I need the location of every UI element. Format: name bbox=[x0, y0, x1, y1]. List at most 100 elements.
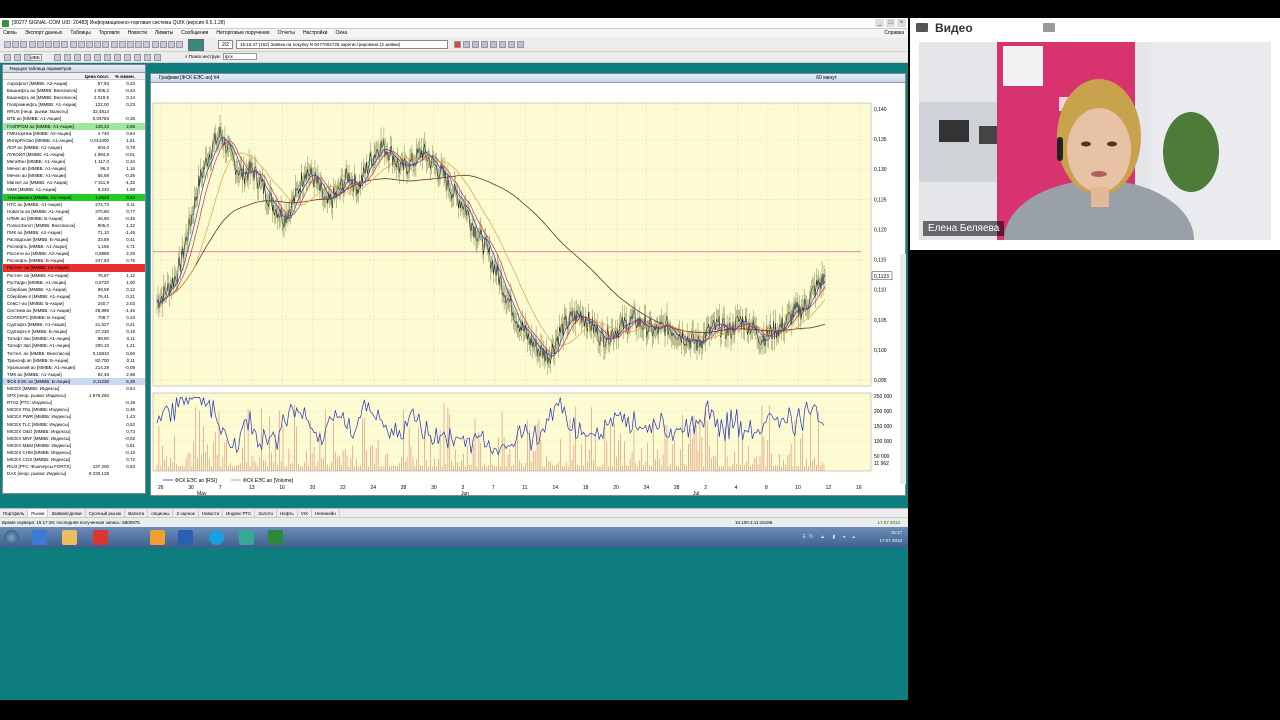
table-row[interactable]: Мечел ап [ММВБ: А1-Акции] 96,3 1,16 bbox=[3, 165, 145, 172]
table-row[interactable]: Башнефть ао [ММВБ: Внесписок] 1 005,2 -0,4… bbox=[3, 87, 145, 94]
toolbar-button-icon[interactable] bbox=[53, 41, 61, 48]
menu-item-1[interactable]: Экспорт данных bbox=[25, 29, 63, 38]
news-nav-icon[interactable] bbox=[481, 41, 488, 48]
table-row[interactable]: Татнфт 3ао [ММВБ: А1-Акции] 98,80 0,11 bbox=[3, 335, 145, 342]
toolbar-button-icon[interactable] bbox=[143, 41, 151, 48]
search-input[interactable]: фск bbox=[222, 53, 257, 61]
col-name-header[interactable] bbox=[3, 73, 77, 79]
tab-3[interactable]: Срочный рынок bbox=[86, 509, 126, 517]
menu-item-0[interactable]: Связь bbox=[3, 29, 17, 38]
table-row[interactable]: SPX [неор. рынки: Индексы] 1 676,260 bbox=[3, 392, 145, 399]
table-row[interactable]: Распадская [ММВБ: Б-Акции] 33,89 0,41 bbox=[3, 236, 145, 243]
news-nav-icon[interactable] bbox=[517, 41, 524, 48]
table-row[interactable]: RIU3 [РТС: Фьючерсы FORTS] 137 200 0,53 bbox=[3, 463, 145, 470]
table-row[interactable]: Таттел. ао [ММВБ: Внесписок] 0,15810 0,60 bbox=[3, 350, 145, 357]
drawing-tool-icon[interactable] bbox=[144, 54, 151, 61]
drawing-tool-icon[interactable] bbox=[74, 54, 81, 61]
drawing-tool-icon[interactable] bbox=[84, 54, 91, 61]
table-row[interactable]: Транснф ап [ММВБ: Б-Акции] 82,700 0,11 bbox=[3, 357, 145, 364]
skype-icon[interactable] bbox=[209, 530, 224, 545]
menu-item-3[interactable]: Торговля bbox=[99, 29, 120, 38]
table-row[interactable]: ЛУКОЙЛ [ММВБ: А1-Акции] 1 994,8 -0,01 bbox=[3, 151, 145, 158]
table-row[interactable]: MICEX MNF [ММВБ: Индексы] -0,02 bbox=[3, 435, 145, 442]
camera-icon[interactable] bbox=[1043, 23, 1055, 32]
news-nav-icon[interactable] bbox=[508, 41, 515, 48]
table-row[interactable]: Роснефть [ММВБ: Б-Акции] 247,83 0,75 bbox=[3, 257, 145, 264]
toolbar-button-icon[interactable] bbox=[36, 41, 44, 48]
chart-thumbnail-icon[interactable] bbox=[188, 39, 204, 51]
table-row[interactable]: Мечел ао [ММВБ: А1-Акции] 55,69 -0,36 bbox=[3, 172, 145, 179]
menu-help[interactable]: Справка bbox=[884, 29, 904, 38]
drawing-tool-icon[interactable] bbox=[104, 54, 111, 61]
table-row[interactable]: Роснефть [ММВБ: А1-Акции] 1,155 4,71 bbox=[3, 243, 145, 250]
table-row[interactable]: ММК [ММВБ: А1-Акции] 8,240 1,98 bbox=[3, 186, 145, 193]
table-row[interactable]: MICEX FNL [ММВБ: Индексы] 0,36 bbox=[3, 406, 145, 413]
toolbar-button-icon[interactable] bbox=[110, 41, 118, 48]
tab-11[interactable]: VIX bbox=[298, 509, 313, 517]
table-row[interactable]: Ростел- ао [ММВБ: А1-Акции] bbox=[3, 264, 145, 272]
table-row[interactable]: DAX [неор. рынки: Индексы] 8 220,129 bbox=[3, 470, 145, 477]
menu-item-10[interactable]: Окна bbox=[335, 29, 347, 38]
news-nav-icon[interactable] bbox=[454, 41, 461, 48]
menu-item-2[interactable]: Таблицы bbox=[70, 29, 90, 38]
table-row[interactable]: ПИК ао [ММВБ: А1-Акции] 71,10 -1,46 bbox=[3, 229, 145, 236]
table-row[interactable]: Ростел- ап [ММВБ: А1-Акции] 76,87 1,12 bbox=[3, 272, 145, 279]
table-row[interactable]: ЛСР ао [ММВБ: А1-Акции] 604,0 0,78 bbox=[3, 144, 145, 151]
tab-8[interactable]: Индекс РТС bbox=[223, 509, 256, 517]
tab-6[interactable]: 2 оценок bbox=[173, 509, 199, 517]
legend-entry[interactable]: ФСК ЕЭС ао [Volume] bbox=[243, 478, 294, 484]
toolbar-button-icon[interactable] bbox=[69, 41, 77, 48]
table-row[interactable]: Россети ао [ММВБ: А2-Акции] 0,8888 2,29 bbox=[3, 250, 145, 257]
table-row[interactable]: MICEX M&M [ММВБ: Индексы] 0,81 bbox=[3, 442, 145, 449]
excel-icon[interactable] bbox=[268, 530, 283, 545]
table-row[interactable]: НЛМК ао [ММВБ: Б-Акции] 46,60 -0,45 bbox=[3, 215, 145, 222]
ie-icon[interactable] bbox=[32, 530, 47, 545]
tab-5[interactable]: опционы bbox=[148, 509, 174, 517]
tab-9[interactable]: Золото bbox=[255, 509, 278, 517]
toolbar-button-icon[interactable] bbox=[118, 41, 126, 48]
table-row[interactable]: НТС ао [ММВБ: А1-Акции] 272,73 0,11 bbox=[3, 201, 145, 208]
toolbar-button-icon[interactable] bbox=[12, 41, 20, 48]
tab-0[interactable]: Портфель bbox=[0, 509, 29, 517]
table-row[interactable]: ТМК ао [ММВБ: А1-Акции] 92,49 2,98 bbox=[3, 371, 145, 378]
toolbar-button-icon[interactable] bbox=[176, 41, 184, 48]
word-icon[interactable] bbox=[178, 530, 193, 545]
toolbar-button-icon[interactable] bbox=[159, 41, 167, 48]
table-row[interactable]: Башнефть ап [ММВБ: Внесписок] 2 019,5 0,14 bbox=[3, 94, 145, 101]
toolbar-button-icon[interactable] bbox=[94, 41, 102, 48]
table-row[interactable]: RTS2 [РТС: Индексы] -0,18 bbox=[3, 399, 145, 406]
table-row[interactable]: ПолюсЗолот [ММВБ: Внесписок] 905,0 1,22 bbox=[3, 222, 145, 229]
toolbar-button-icon[interactable] bbox=[77, 41, 85, 48]
table-row[interactable]: MICEX PWR [ММВБ: Индексы] 1,43 bbox=[3, 413, 145, 420]
toolbar-button-icon[interactable] bbox=[86, 41, 93, 48]
toolbar-button-icon[interactable] bbox=[102, 41, 110, 48]
drawing-tool-icon[interactable] bbox=[54, 54, 61, 61]
table-row[interactable]: СОЛЛЕРС [ММВБ: Б-Акции] 708,7 0,33 bbox=[3, 314, 145, 321]
drawing-tool-icon[interactable] bbox=[114, 54, 121, 61]
toolbar-button-icon[interactable] bbox=[151, 41, 159, 48]
table-row[interactable]: Новатэк ао [ММВБ: А1-Акции] 370,80 0,77 bbox=[3, 208, 145, 215]
menu-item-9[interactable]: Настройки bbox=[303, 29, 328, 38]
table-row[interactable]: ВТБ ао [ММВБ: А1-Акции] 0,04783 -0,36 bbox=[3, 115, 145, 122]
toolbar-button-icon[interactable] bbox=[127, 41, 134, 48]
table-row[interactable]: ИнтерРАОао [ММВБ: А1-Акции] 0,013400 1,51 bbox=[3, 137, 145, 144]
table-row[interactable]: Газпромнефть [ММВБ: А1-Акции] 122,00 0,23 bbox=[3, 101, 145, 108]
tab-12[interactable]: Нелинейн bbox=[312, 509, 340, 517]
tab-4[interactable]: Валюта bbox=[125, 509, 149, 517]
drawing-tool-icon[interactable] bbox=[64, 54, 71, 61]
maximize-icon[interactable]: □ bbox=[886, 19, 895, 27]
table-row[interactable]: MICEX O&G [ММВБ: Индексы] 0,73 bbox=[3, 428, 145, 435]
toolbar-button-icon[interactable] bbox=[45, 41, 52, 48]
news-nav-icon[interactable] bbox=[490, 41, 497, 48]
table-row[interactable]: Сургнфгз-п [ММВБ: Б-Акции] 27,230 0,18 bbox=[3, 328, 145, 335]
folder-icon[interactable] bbox=[62, 530, 77, 545]
price-chart[interactable]: 0,140 0,135 0,130 0,125 0,120 0,115 0,110 0,105… bbox=[151, 83, 905, 495]
table-row[interactable]: MICEX [ММВБ: Индексы] 0,54 bbox=[3, 385, 145, 392]
col-price-header[interactable]: Цена посл. bbox=[77, 73, 111, 79]
drawing-tool-icon[interactable] bbox=[154, 54, 161, 61]
table-row[interactable]: Сургнфгз [ММВБ: А1-Акции] 21,527 0,21 bbox=[3, 321, 145, 328]
table-row[interactable]: Сбербанк [ММВБ: А1-Акции] 99,59 0,12 bbox=[3, 286, 145, 293]
table-row[interactable]: MICEX CHM [ММВБ: Индексы] -0,13 bbox=[3, 449, 145, 456]
table-row[interactable]: ГАЗПРОМ ао [ММВБ: А1-Акции] 128,34 2,85 bbox=[3, 122, 145, 130]
table-row[interactable]: Магнит ао [ММВБ: А1-Акции] 7 311,9 -1,32 bbox=[3, 179, 145, 186]
